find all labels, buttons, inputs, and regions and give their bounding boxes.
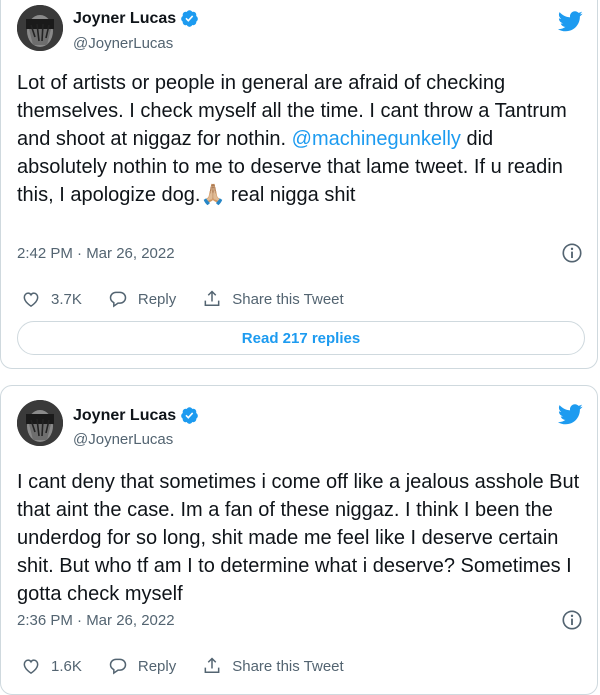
tweet-card[interactable]: Joyner Lucas @JoynerLucas Lot of artists… [0,0,598,369]
reply-icon [109,291,127,308]
tweet-timestamp[interactable]: 2:36 PM · Mar 26, 2022 [17,612,175,629]
like-button[interactable]: 3.7K [21,289,82,309]
mention-link[interactable]: @machinegunkelly [292,128,461,150]
author-handle[interactable]: @JoynerLucas [73,431,173,448]
tweet-timestamp[interactable]: 2:42 PM · Mar 26, 2022 [17,245,175,262]
read-replies-button[interactable]: Read 217 replies [17,321,585,355]
share-icon [204,290,220,306]
verified-badge-icon [181,407,198,424]
reply-button[interactable]: Reply [108,289,176,309]
twitter-bird-icon[interactable] [558,404,583,425]
verified-badge-icon [181,10,198,27]
heart-icon [23,292,39,307]
share-label: Share this Tweet [232,657,344,675]
tweet-card[interactable]: Joyner Lucas @JoynerLucas I cant deny th… [0,385,598,695]
share-button[interactable]: Share this Tweet [202,289,344,309]
author-name[interactable]: Joyner Lucas [73,10,176,28]
twitter-bird-icon[interactable] [558,11,583,32]
info-icon[interactable] [561,609,583,631]
info-icon[interactable] [561,242,583,264]
author-handle[interactable]: @JoynerLucas [73,35,173,52]
avatar-image [17,400,63,446]
avatar[interactable] [17,5,63,51]
author-name[interactable]: Joyner Lucas [73,407,176,425]
avatar-image [17,5,63,51]
share-button[interactable]: Share this Tweet [202,656,344,676]
share-label: Share this Tweet [232,290,344,308]
reply-label: Reply [137,657,177,675]
like-count: 1.6K [51,657,82,675]
share-icon [204,657,220,673]
heart-icon [23,659,39,674]
reply-label: Reply [137,290,177,308]
like-count: 3.7K [51,290,82,308]
tweet-text: I cant deny that sometimes i come off li… [17,471,580,605]
tweet-text: Lot of artists or people in general are … [17,69,587,209]
reply-icon [109,658,127,675]
avatar[interactable] [17,400,63,446]
like-button[interactable]: 1.6K [21,656,82,676]
reply-button[interactable]: Reply [108,656,176,676]
